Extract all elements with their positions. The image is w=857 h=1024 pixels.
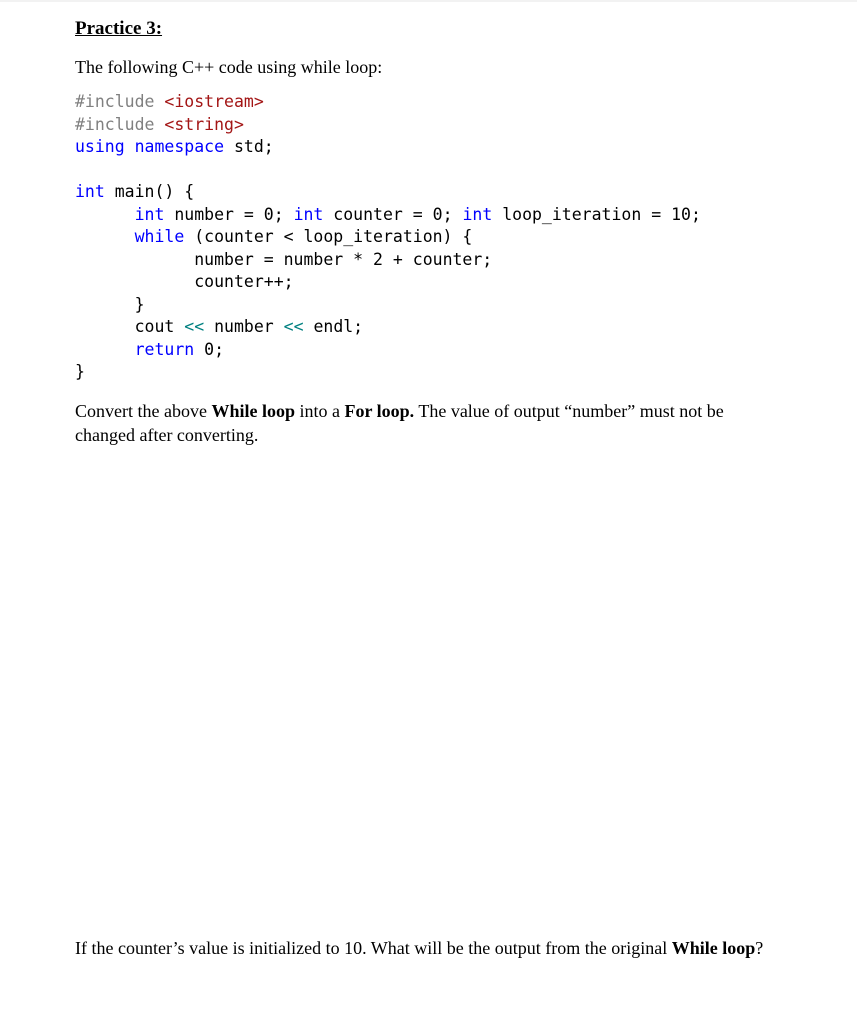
- question-text: ?: [755, 938, 764, 958]
- stream-operator: <<: [283, 317, 304, 336]
- code-text: }: [75, 362, 85, 381]
- keyword: while: [134, 227, 185, 246]
- code-line-using: using namespace std;: [75, 136, 701, 159]
- code-line-main: int main() {: [75, 181, 701, 204]
- code-text: std;: [224, 137, 274, 156]
- code-text: number: [204, 317, 284, 336]
- keyword: int: [293, 204, 324, 224]
- code-line-close-while: }: [75, 294, 701, 317]
- question-convert: Convert the above While loop into a For …: [75, 399, 775, 447]
- question-text: into a: [294, 401, 345, 421]
- preprocessor-directive: #include: [75, 92, 155, 111]
- code-line-declarations: int number = 0; int counter = 0; int loo…: [75, 204, 701, 227]
- keyword: int: [462, 204, 493, 224]
- code-line-body-counter: counter++;: [75, 271, 701, 294]
- code-text: endl;: [303, 317, 364, 336]
- include-header: <iostream>: [164, 92, 264, 111]
- code-block: #include <iostream> #include <string> usin…: [75, 91, 701, 384]
- code-text: main() {: [104, 182, 195, 201]
- question-emphasis: While loop: [671, 938, 756, 958]
- code-line-cout: cout << number << endl;: [75, 316, 701, 339]
- keyword: int: [75, 182, 105, 201]
- code-text: counter++;: [194, 272, 294, 291]
- code-line-include-string: #include <string>: [75, 114, 701, 137]
- code-text: }: [134, 294, 145, 314]
- practice-title: Practice 3:: [75, 18, 163, 39]
- intro-text: The following C++ code using while loop:: [75, 57, 383, 77]
- include-header: <string>: [164, 114, 244, 134]
- code-text: number = 0;: [164, 204, 294, 224]
- code-text: loop_iteration = 10;: [492, 204, 701, 224]
- question-text: Convert the above: [75, 401, 212, 421]
- keyword: int: [134, 204, 165, 224]
- code-line-close-main: }: [75, 361, 701, 384]
- keyword: return: [134, 339, 195, 359]
- keyword: using namespace: [75, 137, 225, 156]
- question-emphasis: While loop: [211, 401, 295, 421]
- code-line-while: while (counter < loop_iteration) {: [75, 226, 701, 249]
- code-text: cout: [134, 317, 185, 336]
- code-text: number = number * 2 + counter;: [194, 249, 493, 269]
- code-line-return: return 0;: [75, 339, 701, 362]
- question-emphasis: For loop.: [344, 401, 415, 421]
- code-text: counter = 0;: [323, 204, 463, 224]
- code-line-include-iostream: #include <iostream>: [75, 91, 701, 114]
- code-text: 0;: [194, 339, 225, 359]
- code-line-body-number: number = number * 2 + counter;: [75, 249, 701, 272]
- code-text: (counter < loop_iteration) {: [184, 227, 473, 246]
- question-text: If the counter’s value is initialized to…: [75, 938, 672, 958]
- preprocessor-directive: #include: [75, 114, 155, 134]
- stream-operator: <<: [184, 317, 205, 336]
- question-output: If the counter’s value is initialized to…: [75, 936, 775, 960]
